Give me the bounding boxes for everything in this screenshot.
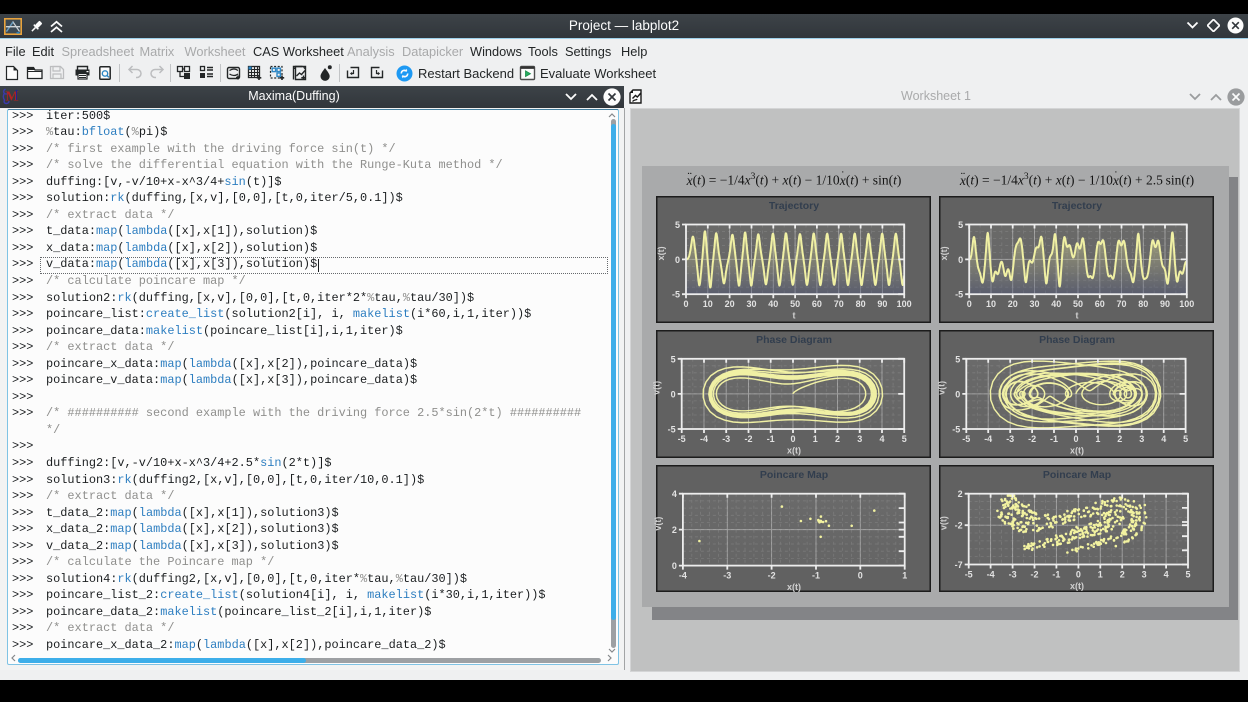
svg-text:v(t): v(t): [939, 516, 949, 530]
svg-text:x(t): x(t): [787, 582, 801, 592]
svg-text:2: 2: [672, 525, 677, 535]
svg-text:-4: -4: [984, 434, 992, 444]
svg-text:0: 0: [858, 571, 863, 581]
svg-text:0: 0: [672, 561, 677, 571]
svg-text:-2: -2: [1030, 570, 1038, 580]
svg-text:v(t): v(t): [653, 517, 663, 531]
svg-text:4: 4: [1164, 570, 1169, 580]
svg-text:40: 40: [768, 299, 778, 309]
svg-text:-2: -2: [955, 521, 963, 531]
svg-text:0: 0: [790, 434, 795, 444]
svg-text:-1: -1: [1052, 570, 1060, 580]
svg-text:2: 2: [1117, 434, 1122, 444]
svg-text:x(t): x(t): [1070, 446, 1084, 456]
svg-text:Phase Diagram: Phase Diagram: [756, 334, 832, 346]
svg-text:Trajectory: Trajectory: [1052, 200, 1102, 212]
svg-text:-2: -2: [744, 434, 752, 444]
svg-text:0: 0: [955, 389, 960, 399]
svg-text:5: 5: [1183, 434, 1188, 444]
svg-text:-5: -5: [962, 434, 970, 444]
svg-text:-5: -5: [952, 425, 960, 435]
svg-text:30: 30: [746, 299, 756, 309]
svg-text:-3: -3: [1006, 434, 1014, 444]
svg-text:-5: -5: [955, 290, 963, 300]
svg-text:Poincare Map: Poincare Map: [1043, 469, 1111, 481]
svg-text:90: 90: [1160, 299, 1170, 309]
svg-text:t: t: [793, 311, 796, 321]
svg-text:10: 10: [986, 299, 996, 309]
svg-text:5: 5: [958, 220, 963, 230]
svg-text:0: 0: [967, 299, 972, 309]
svg-text:-1: -1: [767, 434, 775, 444]
svg-text:t: t: [1076, 311, 1079, 321]
svg-text:-5: -5: [668, 425, 676, 435]
svg-text:3: 3: [857, 434, 862, 444]
svg-text:Poincare Map: Poincare Map: [760, 469, 828, 481]
svg-text:80: 80: [1138, 299, 1148, 309]
svg-text:20: 20: [725, 299, 735, 309]
svg-text:-3: -3: [723, 571, 731, 581]
svg-text:-1: -1: [1050, 434, 1058, 444]
svg-text:-1: -1: [812, 571, 820, 581]
svg-text:100: 100: [897, 299, 912, 309]
svg-text:20: 20: [1008, 299, 1018, 309]
svg-text:0: 0: [675, 255, 680, 265]
svg-text:-3: -3: [1009, 570, 1017, 580]
svg-text:Trajectory: Trajectory: [769, 200, 819, 212]
svg-text:5: 5: [671, 354, 676, 364]
svg-text:-4: -4: [987, 570, 995, 580]
svg-text:0: 0: [1076, 570, 1081, 580]
svg-text:-2: -2: [768, 571, 776, 581]
svg-text:40: 40: [1051, 299, 1061, 309]
svg-text:50: 50: [790, 299, 800, 309]
svg-text:v(t): v(t): [936, 381, 946, 395]
svg-text:30: 30: [1029, 299, 1039, 309]
svg-text:4: 4: [672, 489, 677, 499]
svg-text:0: 0: [683, 299, 688, 309]
svg-text:5: 5: [955, 354, 960, 364]
svg-text:5: 5: [1185, 570, 1190, 580]
svg-text:10: 10: [703, 299, 713, 309]
svg-text:2: 2: [1120, 570, 1125, 580]
svg-text:4: 4: [879, 434, 884, 444]
svg-text:Phase Diagram: Phase Diagram: [1039, 334, 1115, 346]
svg-text:1: 1: [902, 571, 907, 581]
svg-text:3: 3: [1142, 570, 1147, 580]
svg-text:70: 70: [834, 299, 844, 309]
svg-text:2: 2: [958, 489, 963, 499]
svg-text:90: 90: [877, 299, 887, 309]
svg-text:x(t): x(t): [656, 246, 666, 260]
svg-text:x(t): x(t): [787, 446, 801, 456]
svg-text:-4: -4: [700, 434, 708, 444]
svg-text:50: 50: [1073, 299, 1083, 309]
svg-text:-5: -5: [672, 290, 680, 300]
svg-text:0: 0: [1073, 434, 1078, 444]
svg-text:-4: -4: [679, 571, 687, 581]
svg-text:5: 5: [902, 434, 907, 444]
svg-text:-3: -3: [722, 434, 730, 444]
svg-text:80: 80: [856, 299, 866, 309]
svg-text:0: 0: [958, 255, 963, 265]
svg-text:1: 1: [1098, 570, 1103, 580]
svg-text:-2: -2: [1028, 434, 1036, 444]
svg-text:x(t): x(t): [1070, 581, 1084, 591]
svg-text:-5: -5: [965, 570, 973, 580]
svg-text:-7: -7: [955, 560, 963, 570]
svg-text:100: 100: [1179, 299, 1194, 309]
svg-text:4: 4: [1161, 434, 1166, 444]
svg-text:5: 5: [675, 220, 680, 230]
svg-text:x(t): x(t): [939, 246, 949, 260]
svg-text:60: 60: [812, 299, 822, 309]
svg-text:-5: -5: [678, 434, 686, 444]
svg-text:2: 2: [835, 434, 840, 444]
svg-text:1: 1: [813, 434, 818, 444]
svg-text:70: 70: [1116, 299, 1126, 309]
svg-text:v(t): v(t): [652, 381, 662, 395]
svg-text:0: 0: [671, 389, 676, 399]
svg-text:60: 60: [1095, 299, 1105, 309]
svg-text:3: 3: [1139, 434, 1144, 444]
svg-text:1: 1: [1095, 434, 1100, 444]
